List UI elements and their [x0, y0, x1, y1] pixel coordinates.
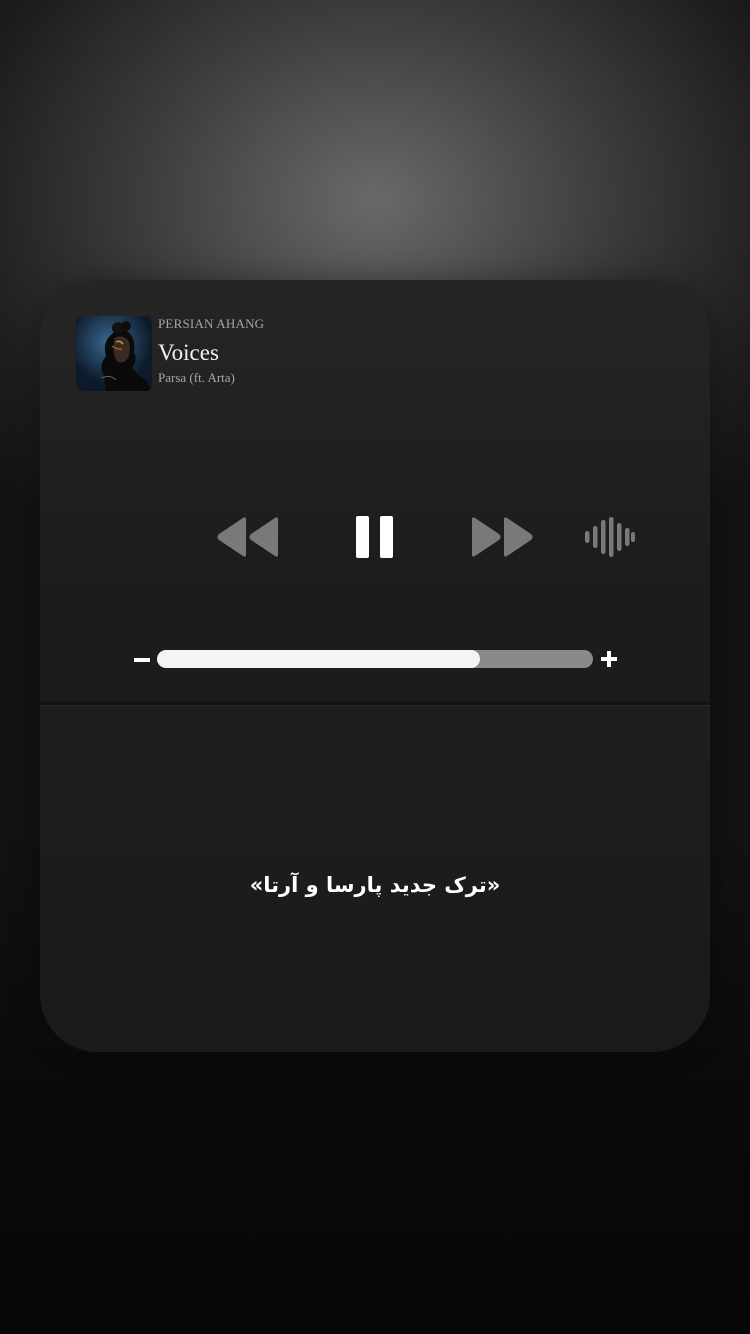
caption-text: «ترک جدید پارسا و آرتا»: [249, 873, 501, 897]
volume-up-icon[interactable]: [601, 651, 617, 667]
track-info: PERSIAN AHANG Voices Parsa (ft. Arta): [158, 316, 264, 386]
artwork-portrait-image: [76, 316, 152, 391]
rewind-icon: [217, 517, 278, 557]
volume-slider[interactable]: [157, 650, 593, 668]
source-label: PERSIAN AHANG: [158, 316, 265, 331]
waveform-button[interactable]: [585, 517, 635, 557]
track-title: Voices: [158, 340, 219, 365]
music-player-card: PERSIAN AHANG Voices Parsa (ft. Arta) «ت…: [40, 280, 710, 1052]
pause-icon: [356, 516, 393, 558]
pause-button[interactable]: [356, 514, 394, 560]
album-artwork[interactable]: [76, 316, 152, 391]
volume-slider-fill: [157, 650, 480, 668]
track-artist: Parsa (ft. Arta): [158, 370, 235, 385]
waveform-icon: [585, 517, 635, 557]
rewind-button[interactable]: [216, 516, 280, 558]
fast-forward-icon: [472, 517, 533, 557]
fast-forward-button[interactable]: [470, 516, 534, 558]
now-playing-panel: PERSIAN AHANG Voices Parsa (ft. Arta): [40, 280, 710, 703]
volume-down-icon[interactable]: [134, 658, 150, 662]
caption-panel: «ترک جدید پارسا و آرتا»: [40, 706, 710, 1052]
